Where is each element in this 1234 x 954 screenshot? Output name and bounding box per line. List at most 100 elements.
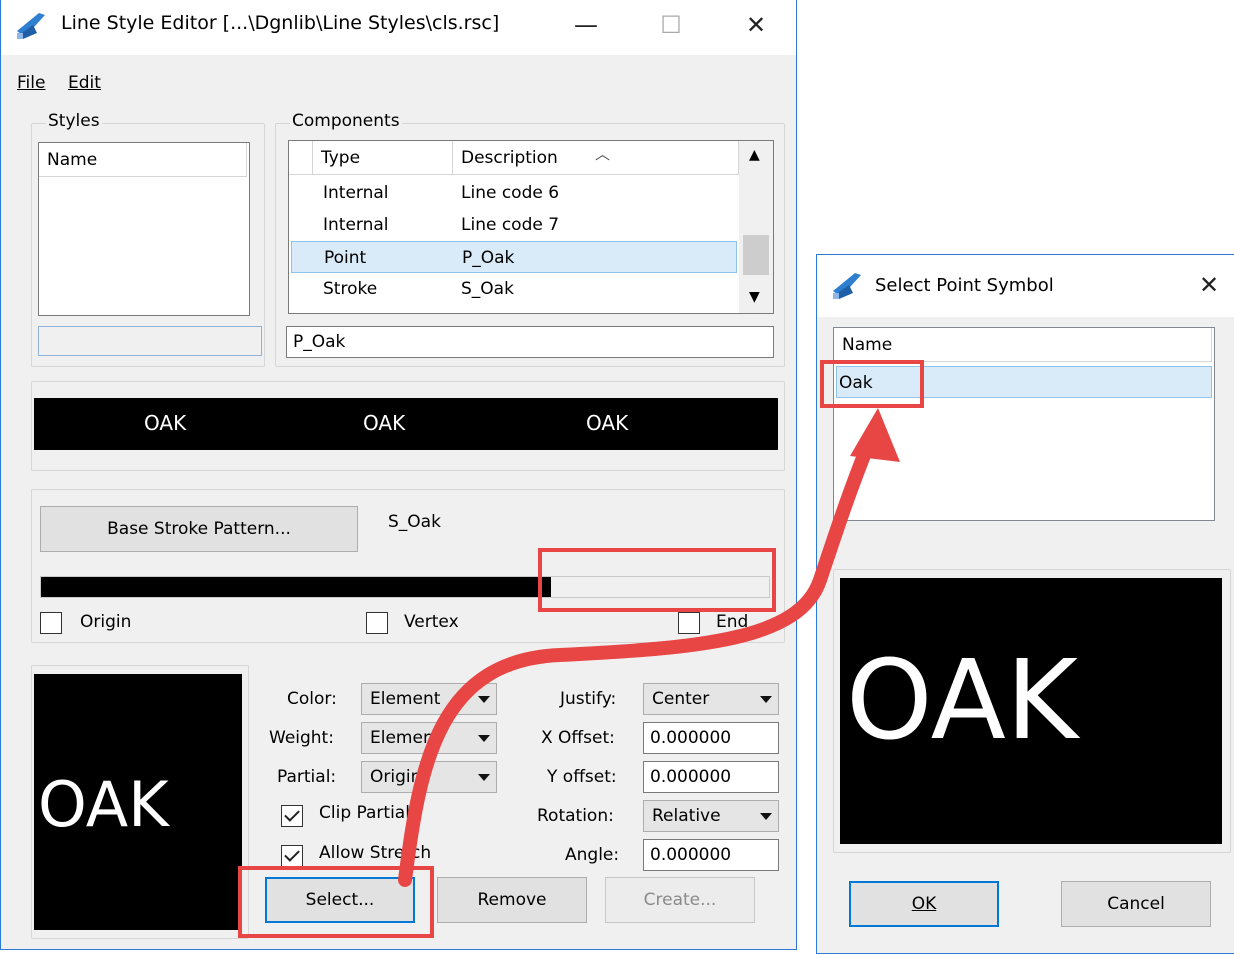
clip-partial-label: Clip Partial (319, 803, 410, 823)
chevron-down-icon (478, 774, 490, 781)
symbol-list[interactable]: Name Oak (833, 327, 1215, 521)
clip-partial-checkbox[interactable] (281, 805, 303, 827)
title-bar[interactable]: Line Style Editor [...\Dgnlib\Line Style… (1, 0, 796, 55)
stroke-pattern-fill (41, 577, 551, 597)
chevron-down-icon (478, 696, 490, 703)
sort-up-icon: ︿ (595, 145, 611, 163)
component-row-selected[interactable]: Point P_Oak (291, 241, 737, 273)
line-style-editor-window: Line Style Editor [...\Dgnlib\Line Style… (0, 0, 797, 950)
partial-value: Origin (370, 767, 422, 787)
menu-file[interactable]: File (17, 73, 45, 93)
cancel-button[interactable]: Cancel (1061, 881, 1211, 927)
component-type: Internal (323, 215, 389, 235)
highlight-stroke-end (538, 548, 776, 612)
components-list[interactable]: Type Description ︿ Internal Line code 6 … (288, 140, 774, 314)
menu-bar: File Edit (1, 55, 796, 99)
end-checkbox[interactable] (678, 612, 700, 634)
app-icon (17, 13, 45, 39)
symbol-preview-frame: OAK (31, 665, 249, 939)
rotation-label: Rotation: (537, 806, 614, 826)
close-icon[interactable]: ✕ (736, 9, 776, 41)
end-label: End (716, 612, 749, 632)
symbol-column-name[interactable]: Name (834, 328, 1212, 362)
base-stroke-name: S_Oak (388, 512, 441, 532)
close-icon[interactable]: ✕ (1189, 269, 1229, 301)
create-button: Create... (605, 877, 755, 923)
chevron-down-icon (760, 696, 772, 703)
justify-label: Justify: (560, 689, 617, 709)
xoffset-label: X Offset: (541, 728, 615, 748)
ok-button-label: OK (911, 894, 937, 914)
remove-button[interactable]: Remove (437, 877, 587, 923)
window-title: Line Style Editor [...\Dgnlib\Line Style… (61, 12, 500, 34)
components-scrollbar[interactable]: ▲ ▼ (739, 141, 773, 313)
column-type-header[interactable]: Type (313, 141, 453, 175)
vertex-checkbox[interactable] (366, 612, 388, 634)
dialog-symbol-preview: OAK (840, 578, 1222, 844)
color-select[interactable]: Element (361, 683, 497, 715)
yoffset-label: Y offset: (547, 767, 617, 787)
dialog-title: Select Point Symbol (875, 275, 1054, 296)
component-name-field[interactable]: P_Oak (286, 326, 774, 358)
allow-stretch-label: Allow Stretch (319, 843, 432, 863)
components-group: Components Type Description ︿ Internal L… (275, 111, 785, 367)
component-type: Stroke (323, 279, 378, 299)
component-description: Line code 6 (461, 183, 560, 203)
components-group-label: Components (290, 111, 402, 131)
weight-label: Weight: (269, 728, 334, 748)
app-icon (833, 273, 861, 299)
styles-group-label: Styles (46, 111, 102, 131)
justify-select[interactable]: Center (643, 683, 779, 715)
chevron-down-icon (760, 813, 772, 820)
weight-value: Element (370, 728, 441, 748)
rotation-value: Relative (652, 806, 721, 826)
component-row[interactable]: Internal Line code 7 (289, 209, 773, 241)
partial-label: Partial: (277, 767, 337, 787)
angle-label: Angle: (565, 845, 620, 865)
component-description: Line code 7 (461, 215, 560, 235)
component-type: Internal (323, 183, 389, 203)
minimize-icon[interactable]: — (566, 9, 606, 41)
scroll-thumb[interactable] (743, 235, 769, 275)
preview-word: OAK (586, 411, 629, 435)
vertex-label: Vertex (404, 612, 459, 632)
color-value: Element (370, 689, 441, 709)
allow-stretch-checkbox[interactable] (281, 845, 303, 867)
scroll-up-icon[interactable]: ▲ (749, 147, 760, 163)
component-row[interactable]: Stroke S_Oak (289, 273, 773, 305)
color-label: Color: (287, 689, 337, 709)
dialog-title-bar[interactable]: Select Point Symbol ✕ (817, 255, 1234, 317)
base-stroke-pattern-button[interactable]: Base Stroke Pattern... (40, 506, 358, 552)
highlight-oak-item (820, 360, 924, 408)
highlight-select-button (238, 866, 434, 938)
maximize-icon[interactable]: ☐ (651, 9, 691, 41)
xoffset-field[interactable]: 0.000000 (643, 722, 779, 754)
ok-button[interactable]: OK (849, 881, 999, 927)
component-description: S_Oak (461, 279, 514, 299)
styles-list[interactable]: Name (38, 142, 250, 316)
rotation-select[interactable]: Relative (643, 800, 779, 832)
dialog-preview-frame: OAK (833, 569, 1231, 853)
partial-select[interactable]: Origin (361, 761, 497, 793)
justify-value: Center (652, 689, 710, 709)
styles-column-name[interactable]: Name (39, 143, 247, 177)
component-type: Point (324, 248, 367, 268)
angle-field[interactable]: 0.000000 (643, 839, 779, 871)
select-point-symbol-dialog: Select Point Symbol ✕ Name Oak OAK OK Ca… (816, 254, 1234, 954)
menu-edit[interactable]: Edit (68, 73, 101, 93)
style-name-field[interactable] (38, 326, 262, 356)
chevron-down-icon (478, 735, 490, 742)
column-blank-header (289, 141, 313, 175)
symbol-preview: OAK (34, 674, 242, 930)
styles-group: Styles Name (31, 111, 265, 367)
preview-word: OAK (144, 411, 187, 435)
yoffset-field[interactable]: 0.000000 (643, 761, 779, 793)
scroll-down-icon[interactable]: ▼ (749, 289, 760, 305)
preview-word: OAK (363, 411, 406, 435)
weight-select[interactable]: Element (361, 722, 497, 754)
component-description: P_Oak (462, 248, 515, 268)
dialog-preview-text: OAK (846, 636, 1079, 764)
symbol-preview-text: OAK (38, 768, 169, 841)
origin-checkbox[interactable] (40, 612, 62, 634)
component-row[interactable]: Internal Line code 6 (289, 177, 773, 209)
